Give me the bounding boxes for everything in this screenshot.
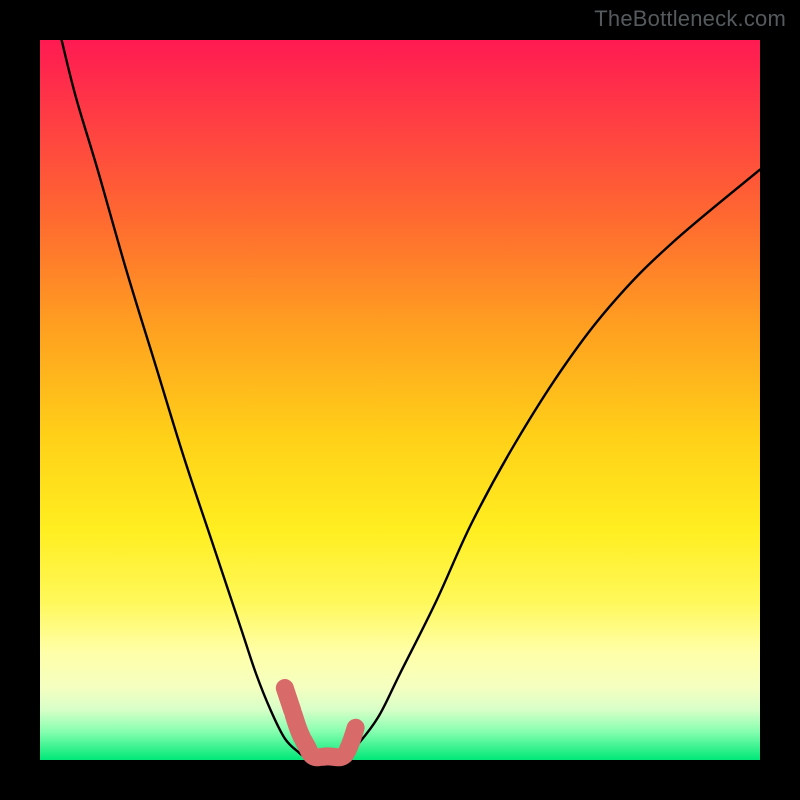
right-curve	[342, 170, 760, 760]
plot-area	[40, 40, 760, 760]
v-shape-marker	[285, 688, 357, 757]
chart-frame: TheBottleneck.com	[0, 0, 800, 800]
left-curve	[62, 40, 314, 760]
watermark-text: TheBottleneck.com	[594, 6, 786, 32]
curve-layer	[40, 40, 760, 760]
